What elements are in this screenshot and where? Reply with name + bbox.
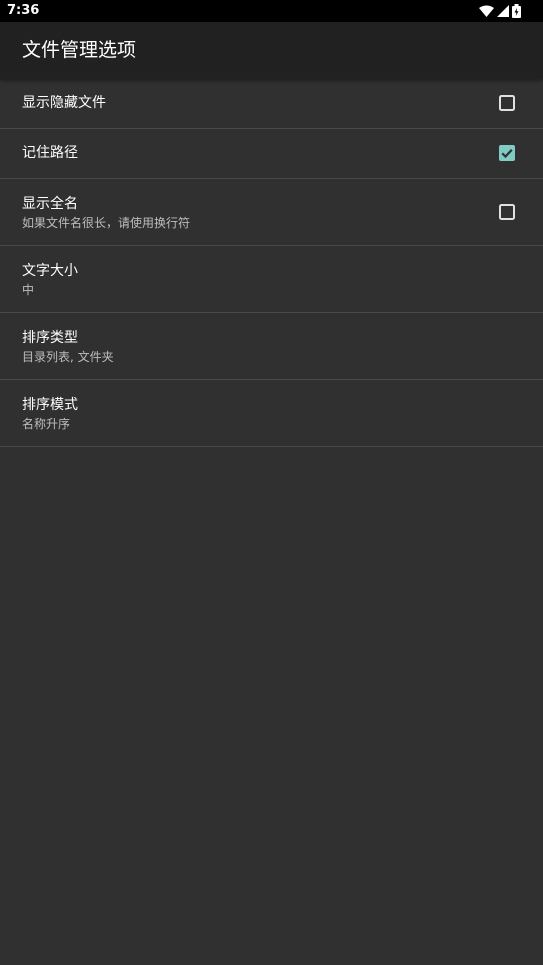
cell-signal-icon xyxy=(497,5,509,17)
setting-show-hidden-files[interactable]: 显示隐藏文件 xyxy=(0,79,543,129)
checkbox-unchecked-icon[interactable] xyxy=(499,204,515,220)
setting-title: 显示全名 xyxy=(22,196,78,212)
setting-subtitle: 中 xyxy=(22,283,35,297)
wifi-icon xyxy=(479,5,494,17)
setting-title: 显示隐藏文件 xyxy=(22,95,106,111)
setting-subtitle: 目录列表, 文件夹 xyxy=(22,350,114,364)
setting-remember-path[interactable]: 记住路径 xyxy=(0,129,543,179)
setting-title: 排序模式 xyxy=(22,397,78,413)
checkbox-unchecked-icon[interactable] xyxy=(499,95,515,111)
setting-subtitle: 名称升序 xyxy=(22,417,71,431)
app-bar: 文件管理选项 xyxy=(0,22,543,79)
checkbox-checked-icon[interactable] xyxy=(499,145,515,161)
status-icons xyxy=(479,3,521,19)
setting-text-size[interactable]: 文字大小 中 xyxy=(0,246,543,313)
status-time: 7:36 xyxy=(7,3,40,18)
setting-show-full-name[interactable]: 显示全名 如果文件名很长，请使用换行符 xyxy=(0,179,543,246)
setting-sort-mode[interactable]: 排序模式 名称升序 xyxy=(0,380,543,447)
setting-title: 记住路径 xyxy=(22,145,78,161)
battery-charging-icon xyxy=(512,4,521,18)
setting-sort-type[interactable]: 排序类型 目录列表, 文件夹 xyxy=(0,313,543,380)
status-bar: 7:36 xyxy=(0,0,543,22)
settings-list: 显示隐藏文件 记住路径 显示全名 如果文件名很长，请使用换行符 文字大小 中 排… xyxy=(0,79,543,447)
setting-title: 排序类型 xyxy=(22,330,78,346)
setting-title: 文字大小 xyxy=(22,263,78,279)
page-title: 文件管理选项 xyxy=(22,39,137,61)
setting-subtitle: 如果文件名很长，请使用换行符 xyxy=(22,216,191,230)
